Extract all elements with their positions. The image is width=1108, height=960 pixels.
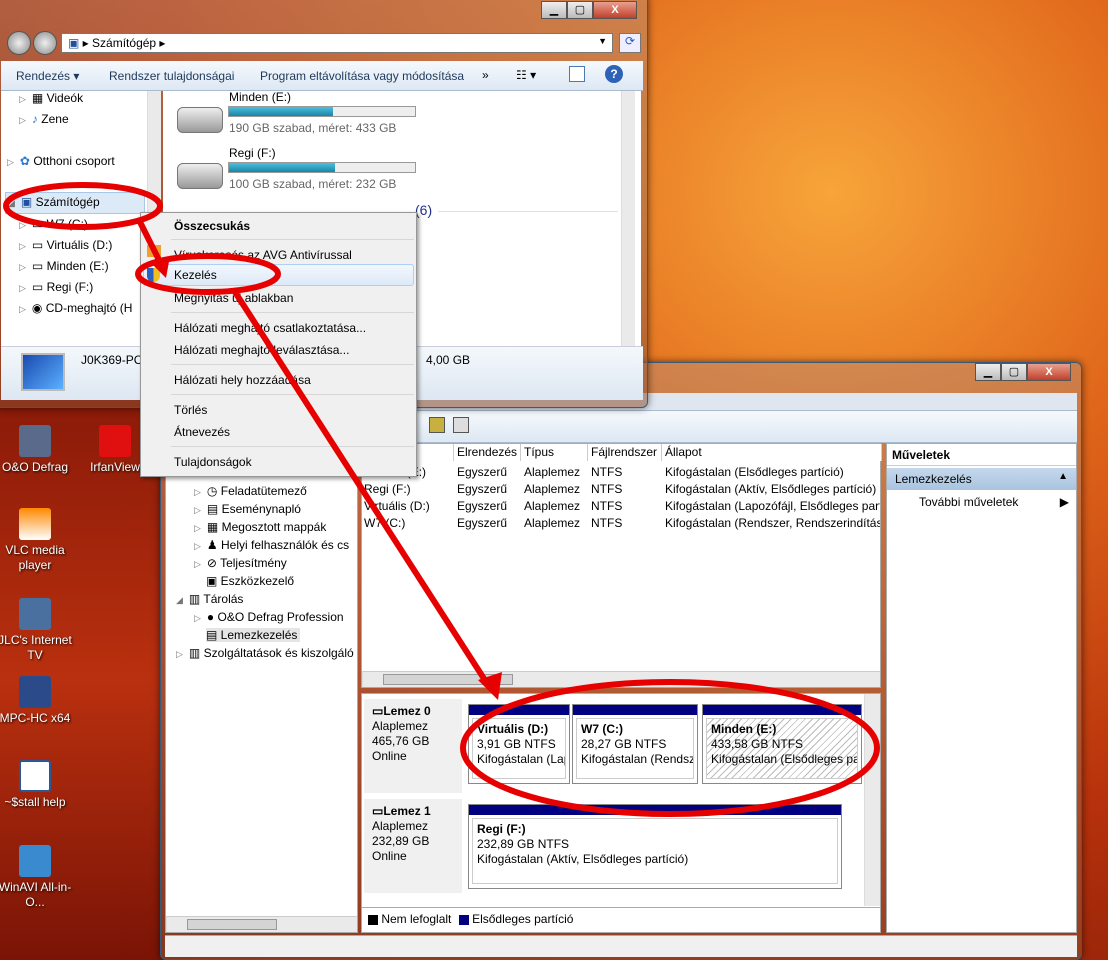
annotation-overlay [3,182,880,817]
annotation-arrow-1 [137,220,163,264]
annotation-circle-partitions [460,679,880,817]
annotation-arrow-2 [232,290,493,690]
annotation-circle-computer [3,182,163,230]
annotation-arrowhead-1 [150,256,170,278]
